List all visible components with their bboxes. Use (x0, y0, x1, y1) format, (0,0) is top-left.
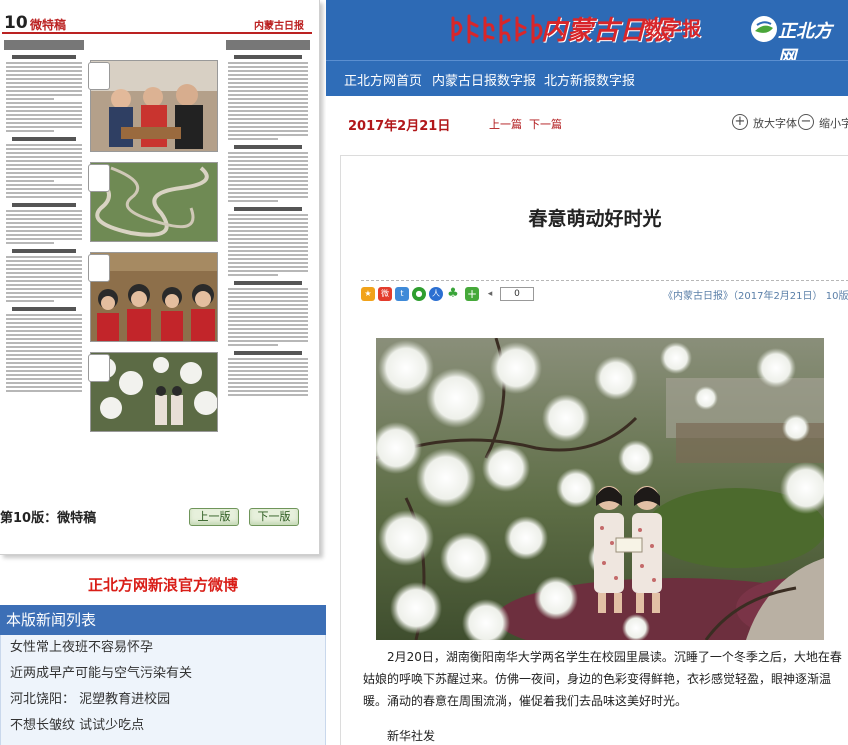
thumbnail-header: 10 微特稿 内蒙古日报 (2, 12, 312, 34)
newspaper-page-thumbnail[interactable]: 10 微特稿 内蒙古日报 (2, 12, 312, 457)
news-list-item[interactable]: 不想长皱纹 试试少吃点 (1, 713, 325, 739)
article-panel: 春意萌动好时光 ★ 微 t ● 人 ♣ + ◂ 0 《内蒙古日报》（2017年2… (340, 155, 848, 745)
news-list: 女性常上夜班不容易怀孕 近两成早产可能与空气污染有关 河北饶阳： 泥塑教育进校园… (0, 635, 326, 745)
mongolian-script-logo (451, 14, 543, 44)
nav-item-home[interactable]: 正北方网首页 (344, 70, 422, 89)
news-list-item[interactable]: 女性常上夜班不容易怀孕 (1, 635, 325, 661)
zoom-out-icon[interactable]: − (798, 114, 814, 130)
more-share-icon[interactable]: + (465, 287, 479, 301)
article-agency: 新华社发 (387, 729, 436, 743)
thumbnail-caption-4 (88, 354, 110, 382)
zoom-in-icon[interactable]: + (732, 114, 748, 130)
news-list-title: 本版新闻列表 (0, 605, 326, 635)
thumbnail-caption-3 (88, 254, 110, 282)
share-count: 0 (500, 287, 534, 301)
nav-item-nmg-daily[interactable]: 内蒙古日报数字报 (432, 70, 536, 89)
article-headline: 春意萌动好时光 (528, 208, 662, 230)
news-list-item[interactable]: 河北饶阳： 泥塑教育进校园 (1, 687, 325, 713)
top-navigation: 正北方网首页 内蒙古日报数字报 北方新报数字报 (326, 60, 848, 96)
nav-item-beifang-news[interactable]: 北方新报数字报 (544, 70, 635, 89)
weibo-link[interactable]: 正北方网新浪官方微博 (0, 574, 326, 595)
share-count-arrow-icon: ◂ (482, 287, 498, 301)
next-edition-button[interactable]: 下一版 (249, 508, 299, 526)
newspaper-page-frame: 10 微特稿 内蒙古日报 第10版：微特稿 上一版 下一版 (0, 0, 320, 555)
thumbnail-section: 微特稿 (30, 18, 67, 32)
article-source: 《内蒙古日报》（2017年2月21日） 10版 (663, 291, 848, 302)
prev-edition-button[interactable]: 上一版 (189, 508, 239, 526)
zoom-in-label[interactable]: 放大字体 (753, 115, 797, 131)
edition-page-label: 第10版：微特稿 (0, 511, 97, 526)
site-banner: 内蒙古日报 数字报 正北方网 (326, 0, 848, 68)
article-toolbar: 2017年2月21日 上一篇 下一篇 + 放大字体 − 缩小字 (326, 96, 848, 150)
tencent-weibo-share-icon[interactable]: t (395, 287, 409, 301)
thumbnail-text-column-right (226, 40, 310, 455)
article-photo[interactable] (376, 338, 824, 640)
news-list-item[interactable]: 近两成早产可能与空气污染有关 (1, 661, 325, 687)
thumbnail-masthead: 内蒙古日报 (254, 21, 304, 32)
prev-article-link[interactable]: 上一篇 (489, 116, 522, 132)
site-globe-icon (751, 16, 777, 42)
publication-date: 2017年2月21日 (348, 119, 451, 134)
qzone-share-icon[interactable]: ★ (361, 287, 375, 301)
wechat-share-icon[interactable]: ● (412, 287, 426, 301)
article-body: 2月20日，湖南衡阳南华大学两名学生在校园里晨读。沉睡了一个冬季之后，大地在春姑… (363, 650, 842, 708)
renren-share-icon[interactable]: 人 (429, 287, 443, 301)
thumbnail-caption-2 (88, 164, 110, 192)
digital-edition-label: 数字报 (644, 18, 702, 40)
thumbnail-text-column-left (4, 40, 84, 455)
clover-share-icon[interactable]: ♣ (446, 287, 460, 301)
next-article-link[interactable]: 下一篇 (529, 116, 562, 132)
thumbnail-caption-1 (88, 62, 110, 90)
zoom-out-label[interactable]: 缩小字 (819, 115, 848, 131)
thumbnail-page-number: 10 (4, 13, 28, 33)
left-panel: 10 微特稿 内蒙古日报 第10版：微特稿 上一版 下一版 正北方网新浪官方微博… (0, 0, 326, 745)
divider (361, 280, 848, 281)
weibo-share-icon[interactable]: 微 (378, 287, 392, 301)
